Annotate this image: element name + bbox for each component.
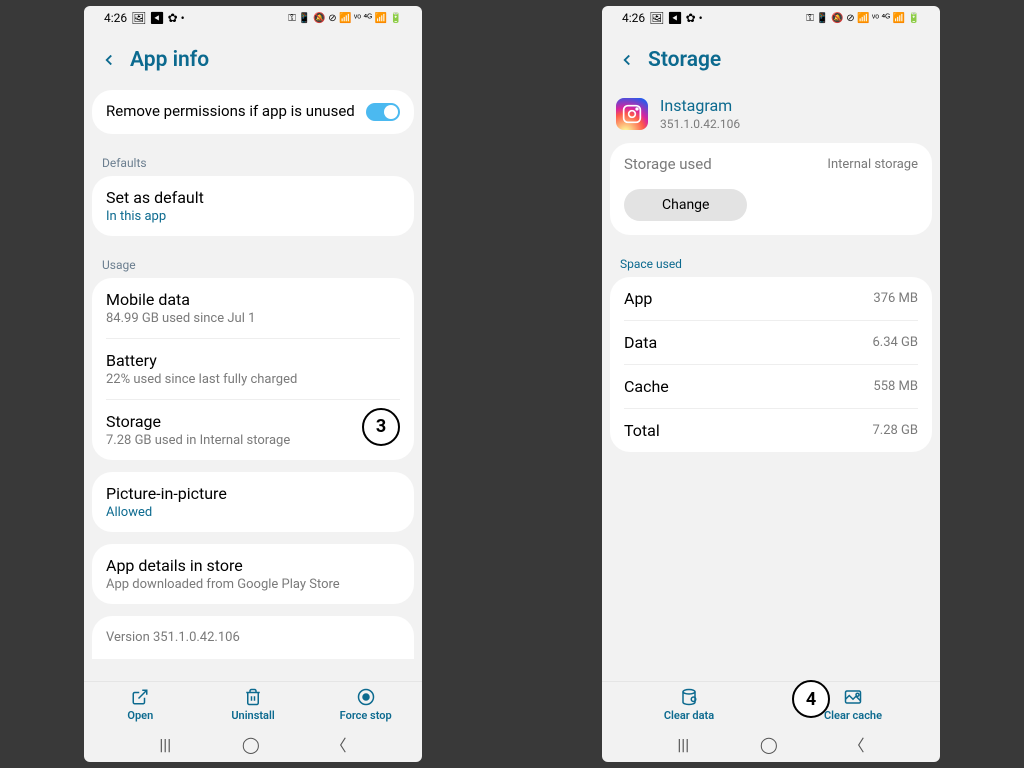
app-size-row: App 376 MB [610, 277, 932, 320]
data-size-label: Data [624, 333, 657, 352]
storage-title: Storage [106, 412, 354, 431]
open-icon [131, 688, 149, 706]
status-icons-left: 🖼 ◀ ✿ • [649, 11, 703, 25]
recents-button[interactable]: ||| [159, 735, 171, 754]
remove-perms-label: Remove permissions if app is unused [106, 102, 366, 122]
battery-row[interactable]: Battery 22% used since last fully charge… [92, 339, 414, 399]
force-stop-label: Force stop [340, 709, 392, 722]
storage-step-badge: 3 [362, 408, 400, 446]
recents-button[interactable]: ||| [677, 735, 689, 754]
defaults-section-label: Defaults [92, 146, 414, 176]
clear-data-button[interactable]: Clear data [642, 688, 736, 722]
data-size-value: 6.34 GB [872, 335, 918, 350]
storage-used-card: Storage used Internal storage Change [610, 143, 932, 235]
data-size-row: Data 6.34 GB [610, 321, 932, 364]
navbar: ||| ◯ 〈 [84, 726, 422, 762]
storage-used-location: Internal storage [827, 157, 918, 172]
page-title: App info [130, 48, 209, 72]
app-size-value: 376 MB [873, 291, 918, 306]
status-time: 4:26 [104, 11, 127, 25]
content-scroll[interactable]: Remove permissions if app is unused Defa… [84, 90, 422, 681]
remove-perms-row[interactable]: Remove permissions if app is unused [92, 90, 414, 134]
statusbar: 4:26 🖼 ◀ ✿ • ⚿ 📱 🔕 ⊘ 📶 ᵛᵒ ⁴ᴳ 📶 🔋 [84, 6, 422, 30]
status-time: 4:26 [622, 11, 645, 25]
app-version: 351.1.0.42.106 [660, 117, 740, 131]
details-title: App details in store [106, 556, 400, 575]
back-icon[interactable] [100, 51, 118, 69]
remove-perms-card: Remove permissions if app is unused [92, 90, 414, 134]
total-size-row: Total 7.28 GB [610, 409, 932, 452]
details-row[interactable]: App details in store App downloaded from… [92, 544, 414, 604]
page-title: Storage [648, 48, 721, 72]
cache-size-row: Cache 558 MB [610, 365, 932, 408]
mobile-data-row[interactable]: Mobile data 84.99 GB used since Jul 1 [92, 278, 414, 338]
pip-title: Picture-in-picture [106, 484, 400, 503]
change-button[interactable]: Change [624, 189, 747, 221]
bottom-actions: Open Uninstall Force stop [84, 681, 422, 726]
cache-size-value: 558 MB [873, 379, 918, 394]
phone-left: 4:26 🖼 ◀ ✿ • ⚿ 📱 🔕 ⊘ 📶 ᵛᵒ ⁴ᴳ 📶 🔋 App inf… [84, 6, 422, 762]
app-size-label: App [624, 289, 652, 308]
back-button[interactable]: 〈 [331, 732, 347, 756]
open-button[interactable]: Open [84, 688, 197, 722]
cache-size-label: Cache [624, 377, 669, 396]
storage-sub: 7.28 GB used in Internal storage [106, 433, 354, 448]
status-icons-left: 🖼 ◀ ✿ • [131, 11, 185, 25]
uninstall-label: Uninstall [231, 709, 274, 722]
battery-sub: 22% used since last fully charged [106, 372, 400, 387]
home-button[interactable]: ◯ [242, 735, 260, 754]
set-default-title: Set as default [106, 188, 400, 207]
remove-perms-toggle[interactable] [366, 103, 400, 121]
usage-card: Mobile data 84.99 GB used since Jul 1 Ba… [92, 278, 414, 460]
back-icon[interactable] [618, 51, 636, 69]
trash-icon [244, 688, 262, 706]
details-card: App details in store App downloaded from… [92, 544, 414, 604]
storage-used-label: Storage used [624, 155, 712, 173]
open-label: Open [127, 709, 153, 722]
uninstall-button[interactable]: Uninstall [197, 688, 310, 722]
phone-right: 4:26 🖼 ◀ ✿ • ⚿ 📱 🔕 ⊘ 📶 ᵛᵒ ⁴ᴳ 📶 🔋 Storage… [602, 6, 940, 762]
navbar: ||| ◯ 〈 [602, 726, 940, 762]
content-scroll[interactable]: Storage used Internal storage Change Spa… [602, 143, 940, 681]
status-icons-right: ⚿ 📱 🔕 ⊘ 📶 ᵛᵒ ⁴ᴳ 📶 🔋 [806, 13, 920, 24]
clear-cache-icon [844, 688, 862, 706]
statusbar: 4:26 🖼 ◀ ✿ • ⚿ 📱 🔕 ⊘ 📶 ᵛᵒ ⁴ᴳ 📶 🔋 [602, 6, 940, 30]
version-card: Version 351.1.0.42.106 [92, 616, 414, 659]
clear-data-label: Clear data [664, 709, 714, 722]
instagram-icon [616, 98, 648, 130]
mobile-data-sub: 84.99 GB used since Jul 1 [106, 311, 400, 326]
pip-sub: Allowed [106, 505, 400, 520]
back-button[interactable]: 〈 [849, 732, 865, 756]
set-default-sub: In this app [106, 209, 400, 224]
home-button[interactable]: ◯ [760, 735, 778, 754]
usage-section-label: Usage [92, 248, 414, 278]
app-header: Instagram 351.1.0.42.106 [602, 90, 940, 143]
storage-row[interactable]: Storage 7.28 GB used in Internal storage… [92, 400, 414, 460]
pip-card: Picture-in-picture Allowed [92, 472, 414, 532]
force-stop-button[interactable]: Force stop [309, 688, 422, 722]
battery-title: Battery [106, 351, 400, 370]
pip-row[interactable]: Picture-in-picture Allowed [92, 472, 414, 532]
clear-data-icon [680, 688, 698, 706]
header: Storage [602, 30, 940, 90]
clear-cache-step-badge: 4 [792, 680, 830, 718]
mobile-data-title: Mobile data [106, 290, 400, 309]
bottom-actions: Clear data Clear cache 4 [602, 681, 940, 726]
storage-used-row: Storage used Internal storage [610, 143, 932, 185]
total-size-value: 7.28 GB [872, 423, 918, 438]
clear-cache-label: Clear cache [824, 709, 882, 722]
set-default-row[interactable]: Set as default In this app [92, 176, 414, 236]
space-used-label: Space used [610, 247, 932, 277]
stop-icon [357, 688, 375, 706]
total-size-label: Total [624, 421, 660, 440]
app-name: Instagram [660, 96, 740, 115]
header: App info [84, 30, 422, 90]
defaults-card: Set as default In this app [92, 176, 414, 236]
details-sub: App downloaded from Google Play Store [106, 577, 400, 592]
status-icons-right: ⚿ 📱 🔕 ⊘ 📶 ᵛᵒ ⁴ᴳ 📶 🔋 [288, 13, 402, 24]
space-used-card: App 376 MB Data 6.34 GB Cache 558 MB Tot… [610, 277, 932, 452]
